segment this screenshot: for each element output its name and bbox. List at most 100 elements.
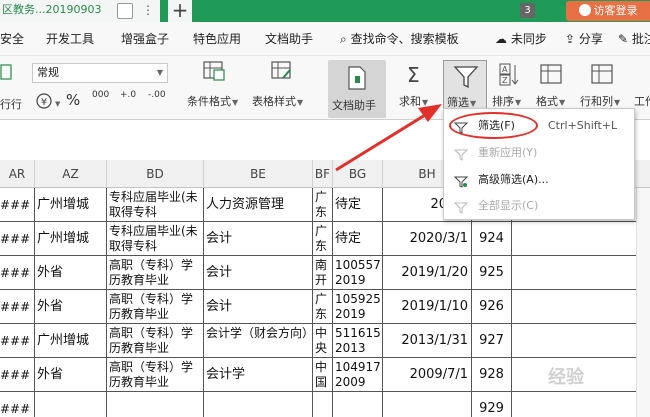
cell-be[interactable]	[204, 392, 313, 417]
cell-az[interactable]: 广州增城	[35, 188, 107, 221]
cell-be[interactable]: 人力资源管理	[204, 188, 313, 221]
tab-enhance-box[interactable]: 增强盒子	[121, 30, 169, 47]
percent-button[interactable]: %	[66, 91, 80, 109]
search-command[interactable]: ⌕ 查找命令、搜索模板	[340, 30, 459, 47]
cell-bh[interactable]: 2019/1/10	[383, 290, 472, 323]
cell-bg[interactable]: 1049172009	[333, 358, 383, 391]
cell-bf[interactable]: 广东	[313, 290, 333, 323]
menu-item-reapply[interactable]: 重新应用(Y)	[444, 142, 634, 164]
conditional-format-icon[interactable]	[202, 60, 226, 85]
cell-bf[interactable]: 广东	[313, 188, 333, 221]
cell-bi[interactable]: 924	[472, 222, 512, 255]
login-button[interactable]: 访客登录	[566, 1, 650, 21]
cell-bh[interactable]: 2019/1/20	[383, 256, 472, 289]
cell-be[interactable]: 会计	[204, 222, 313, 255]
cell-bd[interactable]: 高职（专科）学历教育毕业	[107, 290, 204, 323]
menu-item-show-all[interactable]: 全部显示(C)	[444, 195, 634, 217]
cell-bd[interactable]: 高职（专科）学历教育毕业	[107, 358, 204, 391]
tab-featured-apps[interactable]: 特色应用	[193, 30, 241, 47]
cell-az[interactable]: 外省	[35, 256, 107, 289]
column-header[interactable]: BD	[107, 160, 204, 188]
cell-bg[interactable]: 待定	[333, 188, 383, 221]
cell-az[interactable]: 外省	[35, 290, 107, 323]
cell-bd[interactable]: 高职（专科）学历教育毕业	[107, 324, 204, 357]
cell-az[interactable]: 广州增城	[35, 222, 107, 255]
cell-bg[interactable]: 1059252019	[333, 290, 383, 323]
row-height-icon[interactable]	[0, 62, 14, 82]
cell-be[interactable]: 会计	[204, 290, 313, 323]
more-icon[interactable]: ⋮	[140, 3, 156, 19]
cell-bi[interactable]: 925	[472, 256, 512, 289]
cell-bi[interactable]: 928	[472, 358, 512, 391]
decrease-decimal-button[interactable]: -.00	[148, 90, 166, 100]
column-header[interactable]: BG	[333, 160, 383, 188]
number-format-select[interactable]: 常规 ▼	[32, 63, 168, 83]
cell-be[interactable]: 会计学（财会方向）	[204, 324, 313, 357]
column-header[interactable]: AR	[0, 160, 35, 188]
sync-status[interactable]: ☁ 未同步	[495, 30, 547, 47]
cell-ar[interactable]: ###	[0, 256, 35, 289]
rows-cols-icon[interactable]	[590, 62, 614, 89]
format-button[interactable]: 格式▼	[536, 93, 565, 109]
cell-bg[interactable]: 1005572019	[333, 256, 383, 289]
tab-security[interactable]: 安全	[0, 30, 24, 47]
cell-bg[interactable]	[333, 392, 383, 417]
conditional-format-button[interactable]: 条件格式▼	[187, 93, 238, 109]
monitor-icon[interactable]	[117, 3, 133, 19]
cell-bd[interactable]: 高职（专科）学历教育毕业	[107, 256, 204, 289]
cell-bh[interactable]	[383, 392, 472, 417]
format-icon[interactable]	[539, 62, 563, 89]
cell-be[interactable]: 会计学	[204, 358, 313, 391]
share-button[interactable]: ⇪ 分享	[565, 30, 603, 47]
row-label[interactable]: 行行	[0, 96, 22, 112]
cell-bh[interactable]: 2013/1/31	[383, 324, 472, 357]
cell-bh[interactable]: 2009/7/1	[383, 358, 472, 391]
column-header[interactable]: BF	[313, 160, 333, 188]
cell-bd[interactable]	[107, 392, 204, 417]
cell-be[interactable]: 会计	[204, 256, 313, 289]
sum-icon[interactable]: Σ	[404, 62, 426, 89]
cell-bf[interactable]: 广东	[313, 222, 333, 255]
cell-ar[interactable]: ###	[0, 324, 35, 357]
menu-item-advanced-filter[interactable]: 高级筛选(A)...	[444, 169, 634, 191]
cell-az[interactable]: 广州增城	[35, 324, 107, 357]
doc-helper-button[interactable]: 文档助手	[328, 60, 386, 118]
cell-bh[interactable]: 2020/3/1	[383, 222, 472, 255]
thousands-separator-button[interactable]: 000	[92, 90, 109, 100]
cell-bf[interactable]: 南开	[313, 256, 333, 289]
column-header[interactable]: BE	[204, 160, 313, 188]
tab-developer[interactable]: 开发工具	[46, 30, 94, 47]
tab-doc-helper[interactable]: 文档助手	[265, 30, 313, 47]
cell-bf[interactable]: 中央	[313, 324, 333, 357]
worksheet-button[interactable]: 工作表	[634, 93, 650, 109]
table-style-button[interactable]: 表格样式▼	[252, 93, 303, 109]
cell-bg[interactable]: 5116152013	[333, 324, 383, 357]
currency-icon[interactable]: ¥ ▼	[36, 92, 61, 113]
vertical-scrollbar[interactable]	[636, 188, 650, 417]
cell-bf[interactable]	[313, 392, 333, 417]
rows-cols-button[interactable]: 行和列▼	[580, 93, 620, 109]
cell-bg[interactable]: 待定	[333, 222, 383, 255]
cell-ar[interactable]: ###	[0, 188, 35, 221]
column-header[interactable]: AZ	[35, 160, 107, 188]
table-style-icon[interactable]	[270, 60, 294, 85]
cell-bf[interactable]: 中国	[313, 358, 333, 391]
cell-ar[interactable]: ###	[0, 290, 35, 323]
cell-ar[interactable]: ###	[0, 358, 35, 391]
cell-bi[interactable]: 926	[472, 290, 512, 323]
document-tab[interactable]: 区教务...20190903	[0, 0, 160, 22]
cell-bi[interactable]: 927	[472, 324, 512, 357]
increase-decimal-button[interactable]: +.0	[120, 90, 136, 100]
cell-ar[interactable]: ###	[0, 392, 35, 417]
sum-button[interactable]: 求和▼	[399, 93, 428, 109]
sort-button[interactable]: 排序▼	[492, 93, 521, 109]
cell-bd[interactable]: 专科应届毕业(未取得专科	[107, 222, 204, 255]
cell-ar[interactable]: ###	[0, 222, 35, 255]
sort-icon[interactable]: AZ	[498, 62, 520, 91]
cell-az[interactable]: 外省	[35, 358, 107, 391]
cell-az[interactable]	[35, 392, 107, 417]
new-tab-button[interactable]: +	[168, 0, 192, 22]
cell-bi[interactable]: 929	[472, 392, 512, 417]
window-count-badge[interactable]: 3	[520, 3, 535, 18]
annotate-button[interactable]: ✎ 批注	[618, 30, 650, 47]
